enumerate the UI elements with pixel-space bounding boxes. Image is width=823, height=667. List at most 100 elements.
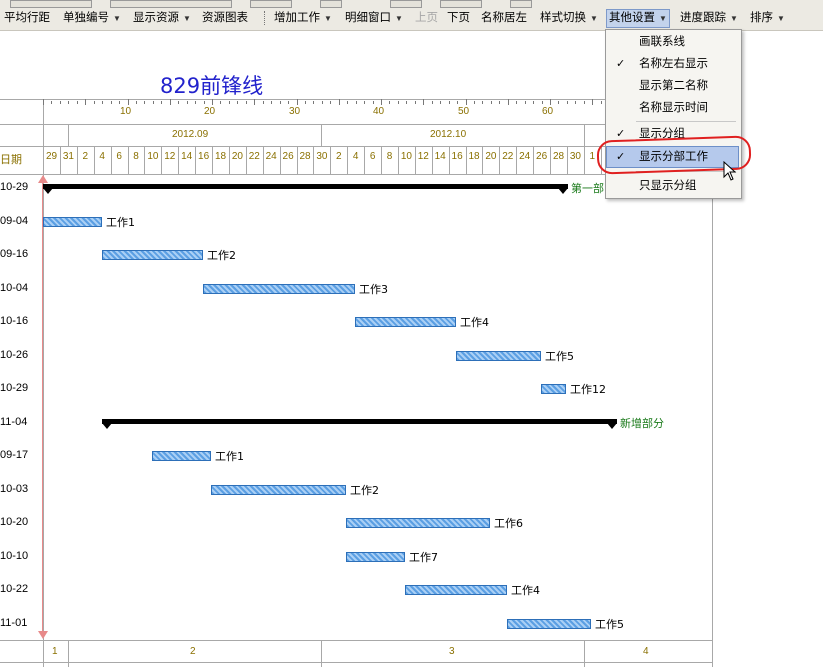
ruler-tick — [364, 101, 366, 104]
ruler-tick — [566, 101, 568, 104]
toolbar-add-task[interactable]: 增加工作 ▼ — [272, 10, 334, 27]
ruler-tick — [473, 101, 475, 104]
ruler-tick — [59, 101, 61, 104]
row-date: 10-22 — [0, 583, 29, 595]
month-label: 2012.09 — [172, 129, 209, 140]
toolbar-detail-window[interactable]: 明细窗口 ▼ — [343, 10, 405, 27]
task-label: 工作1 — [106, 215, 135, 229]
task-bar[interactable] — [211, 484, 346, 495]
toolbar-separate-numbering[interactable]: 单独编号 ▼ — [61, 10, 123, 27]
day-label: 30 — [316, 151, 328, 162]
ruler-tick — [110, 101, 112, 104]
task-label: 工作5 — [545, 349, 574, 363]
ruler-tick — [144, 101, 146, 104]
task-bar[interactable] — [355, 317, 456, 327]
day-label: 16 — [451, 151, 463, 162]
task-label: 工作3 — [359, 282, 388, 296]
menu-item-show-groups-only[interactable]: 只显示分组 — [607, 176, 740, 196]
toolbar-style-switch[interactable]: 样式切换 ▼ — [538, 10, 600, 27]
day-label: 2 — [336, 151, 342, 162]
toolbar-next-page[interactable]: 下页 — [445, 10, 472, 27]
ruler-tick — [431, 101, 433, 104]
menu-item-name-left-right[interactable]: ✓ 名称左右显示 — [607, 54, 740, 74]
ruler-tick — [161, 101, 163, 104]
ruler-tick — [516, 101, 518, 104]
row-date: 11-01 — [0, 616, 28, 629]
ruler-tick — [558, 101, 560, 104]
ruler-tick — [51, 101, 53, 104]
bottom-scale-label: 4 — [643, 646, 649, 657]
ruler-tick — [550, 99, 551, 105]
ruler-tick — [93, 101, 95, 104]
toolbar-show-resources[interactable]: 显示资源 ▼ — [131, 10, 193, 27]
day-label: 2 — [82, 151, 89, 162]
day-label: 18 — [468, 151, 480, 162]
row-date: 09-04 — [0, 214, 29, 227]
day-label: 26 — [536, 151, 548, 162]
ruler-tick — [414, 101, 416, 104]
summary-bar-cap — [558, 188, 568, 194]
ruler-tick — [195, 101, 197, 104]
menu-item-label: 名称显示时间 — [639, 102, 708, 114]
task-label: 工作2 — [350, 483, 379, 497]
ruler-tick — [203, 101, 205, 104]
day-label: 30 — [569, 151, 581, 162]
toolbar-other-settings[interactable]: 其他设置 ▼ — [606, 9, 670, 28]
chevron-down-icon: ▼ — [659, 14, 667, 23]
day-label: 18 — [214, 151, 227, 162]
task-bar[interactable] — [346, 551, 405, 562]
ruler-tick — [85, 99, 87, 105]
ruler-tick — [228, 101, 230, 104]
task-bar[interactable] — [456, 350, 541, 361]
day-label: 10 — [147, 151, 159, 162]
task-bar[interactable] — [152, 451, 211, 461]
day-label: 12 — [417, 151, 429, 162]
grid-line — [321, 640, 322, 667]
ruler-tick — [592, 99, 594, 105]
task-bar[interactable] — [43, 216, 102, 227]
day-label: 4 — [352, 151, 359, 162]
toolbar-average-row-spacing[interactable]: 平均行距 — [2, 10, 52, 27]
ruler-tick — [254, 99, 256, 105]
summary-bar[interactable] — [43, 184, 568, 189]
toolbar-separator — [264, 11, 267, 25]
summary-bar-cap — [43, 188, 53, 194]
task-bar[interactable] — [102, 250, 203, 260]
menu-item-draw-link-lines[interactable]: 画联系线 — [607, 32, 740, 52]
row-date: 10-10 — [0, 549, 29, 562]
toolbar-prev-page[interactable]: 上页 — [413, 10, 440, 27]
ruler-tick — [389, 101, 391, 104]
summary-label: 第一部 — [571, 182, 604, 195]
chevron-down-icon: ▼ — [324, 14, 332, 23]
summary-bar-cap — [607, 422, 617, 429]
task-bar[interactable] — [203, 283, 355, 294]
task-label: 工作2 — [207, 249, 236, 262]
task-bar[interactable] — [405, 585, 507, 595]
task-label: 工作6 — [494, 517, 523, 530]
menu-item-name-show-time[interactable]: 名称显示时间 — [607, 98, 740, 118]
menu-item-show-second-name[interactable]: 显示第二名称 — [607, 76, 740, 96]
menu-separator — [636, 121, 736, 122]
task-bar[interactable] — [507, 618, 591, 629]
bottom-scale-label: 3 — [449, 646, 455, 657]
grid-line — [584, 124, 585, 146]
ruler-tick — [237, 101, 239, 104]
task-bar[interactable] — [541, 384, 566, 394]
day-header-label: 日期 — [0, 153, 22, 166]
toolbar-resource-chart[interactable]: 资源图表 — [200, 10, 250, 27]
grid-line — [68, 640, 69, 667]
ruler-tick — [533, 101, 535, 104]
task-bar[interactable] — [346, 518, 490, 528]
toolbar-sort[interactable]: 排序 ▼ — [748, 10, 787, 27]
toolbar-progress-tracking[interactable]: 进度跟踪 ▼ — [678, 10, 740, 27]
chevron-down-icon: ▼ — [113, 14, 121, 23]
ruler-tick — [152, 101, 154, 104]
summary-bar[interactable] — [102, 418, 617, 424]
ruler-tick — [220, 101, 222, 104]
toolbar-name-align-left[interactable]: 名称居左 — [479, 10, 529, 27]
row-date: 11-04 — [0, 415, 28, 428]
ruler-tick — [245, 101, 247, 104]
day-label: 8 — [386, 151, 393, 162]
chevron-down-icon: ▼ — [395, 14, 403, 23]
row-date: 09-17 — [0, 449, 29, 461]
